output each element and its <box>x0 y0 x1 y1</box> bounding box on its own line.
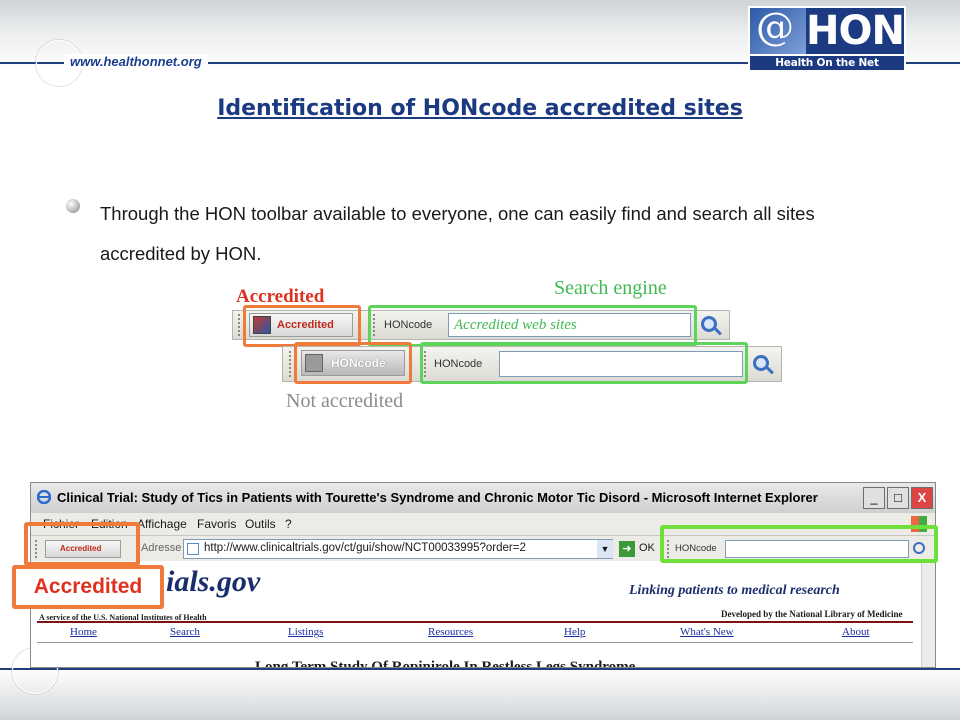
nav-home[interactable]: Home <box>70 626 97 638</box>
developed-by: Developed by the National Library of Med… <box>721 609 903 619</box>
menu-help[interactable]: ? <box>285 517 292 531</box>
nav-bar <box>37 623 913 643</box>
not-accredited-label: Not accredited <box>286 390 404 412</box>
site-tagline: Linking patients to medical research <box>629 583 840 598</box>
toolbar-grip[interactable] <box>289 351 292 377</box>
address-value: http://www.clinicaltrials.gov/ct/gui/sho… <box>204 542 526 554</box>
address-label: Adresse <box>141 542 182 554</box>
hon-logo-subtitle: Health On the Net Foundation <box>750 56 904 83</box>
nav-about[interactable]: About <box>842 626 870 638</box>
hon-logo-text: HON <box>806 8 905 54</box>
browser-title: Clinical Trial: Study of Tics in Patient… <box>57 490 818 505</box>
search-engine-label: Search engine <box>554 277 667 299</box>
minimize-button[interactable]: _ <box>863 487 885 509</box>
menu-outils[interactable]: Outils <box>245 517 276 531</box>
web-page: ials.gov A service of the U.S. National … <box>31 561 935 668</box>
footer-band <box>0 668 960 720</box>
slide-title: Identification of HONcode accredited sit… <box>217 96 743 121</box>
nav-help[interactable]: Help <box>564 626 585 638</box>
scrollbar[interactable] <box>921 561 935 667</box>
nav-listings[interactable]: Listings <box>288 626 323 638</box>
page-icon <box>187 543 199 555</box>
honcode-search-frame <box>660 525 938 563</box>
browser-title-bar: Clinical Trial: Study of Tics in Patient… <box>31 483 935 513</box>
hon-logo: @ HON Health On the Net Foundation <box>748 5 906 83</box>
toolbar-grip[interactable] <box>238 314 241 336</box>
bullet-text: Through the HON toolbar available to eve… <box>100 203 815 264</box>
address-input[interactable]: http://www.clinicaltrials.gov/ct/gui/sho… <box>183 539 613 559</box>
nav-resources[interactable]: Resources <box>428 626 473 638</box>
footer-rule <box>0 668 960 670</box>
accredited-callout: Accredited <box>12 565 164 609</box>
accredited-button-frame <box>24 522 140 566</box>
nav-whats-new[interactable]: What's New <box>680 626 734 638</box>
nav-search[interactable]: Search <box>170 626 200 638</box>
browser-window: Clinical Trial: Study of Tics in Patient… <box>30 482 936 668</box>
close-button[interactable]: X <box>911 487 933 509</box>
site-logo[interactable]: ials.gov <box>166 565 260 599</box>
bullet-icon <box>66 199 80 213</box>
address-dropdown[interactable]: ▼ <box>597 540 613 558</box>
menu-affichage[interactable]: Affichage <box>137 517 187 531</box>
not-accredited-frame <box>294 342 412 384</box>
go-button[interactable]: OK <box>639 542 655 554</box>
search-icon[interactable] <box>753 355 769 371</box>
maximize-button[interactable]: □ <box>887 487 909 509</box>
search-icon[interactable] <box>701 316 717 332</box>
menu-favoris[interactable]: Favoris <box>197 517 236 531</box>
ie-icon <box>37 490 51 504</box>
go-arrow-icon[interactable]: ➜ <box>619 541 635 557</box>
at-sign-icon: @ <box>750 5 807 54</box>
search-engine-frame <box>420 342 748 384</box>
study-heading: Long Term Study Of Ropinirole In Restles… <box>255 659 636 668</box>
accredited-frame <box>243 305 361 347</box>
search-engine-frame <box>368 305 697 347</box>
site-url[interactable]: www.healthonnet.org <box>64 54 208 69</box>
